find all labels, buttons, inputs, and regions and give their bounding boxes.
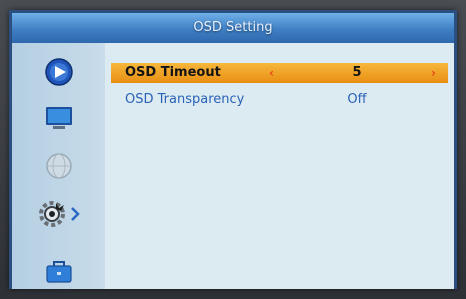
setting-row-osd-transparency[interactable]: OSD Transparency Off	[111, 90, 448, 110]
arrow-left-icon[interactable]: ‹	[269, 63, 274, 83]
setting-value: Off	[347, 92, 367, 107]
setting-value: 5	[352, 65, 362, 80]
menu-title: OSD Setting	[12, 13, 454, 43]
briefcase-icon[interactable]	[42, 257, 76, 287]
tv-screen-icon[interactable]	[42, 103, 76, 133]
osd-menu: OSD Setting OSD Timeout ‹ 5 › OSD Transp…	[9, 10, 457, 289]
arrow-right-icon[interactable]: ›	[431, 63, 436, 83]
tv-screen: OSD Setting OSD Timeout ‹ 5 › OSD Transp…	[0, 0, 466, 299]
play-icon[interactable]	[42, 57, 76, 87]
settings-panel: OSD Timeout ‹ 5 › OSD Transparency Off	[105, 43, 454, 289]
setting-label: OSD Timeout	[125, 65, 221, 80]
menu-category-sidebar	[12, 43, 105, 289]
gear-icon[interactable]	[34, 199, 82, 229]
globe-icon[interactable]	[42, 151, 76, 181]
setting-label: OSD Transparency	[125, 92, 245, 107]
setting-row-osd-timeout[interactable]: OSD Timeout ‹ 5 ›	[111, 63, 448, 83]
